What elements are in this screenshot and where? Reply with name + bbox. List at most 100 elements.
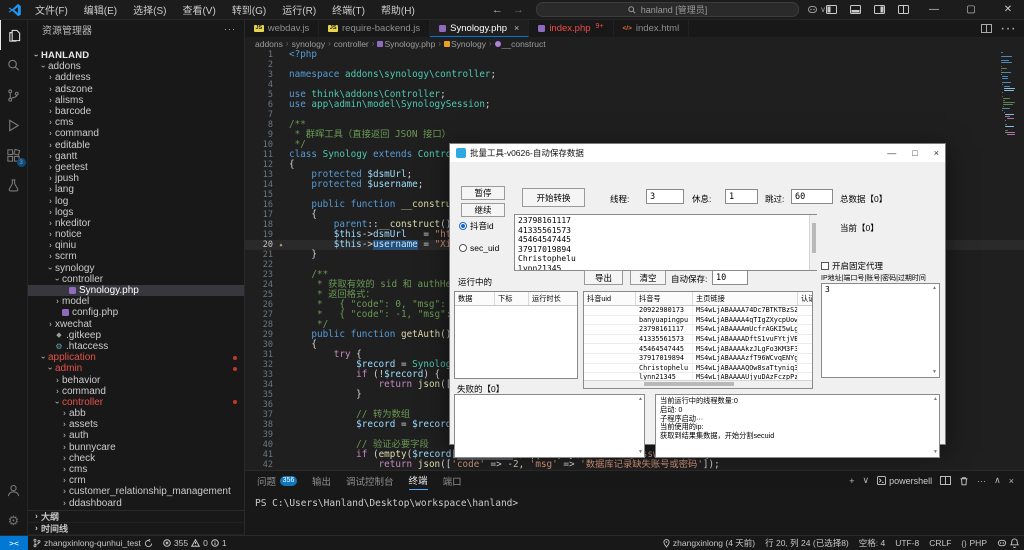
editor-tab-Synology-php[interactable]: Synology.php × [430, 20, 530, 37]
result-table[interactable]: 抖音uid抖音号主页链接认证20922980173MS4wLjABAAAA74D… [583, 291, 813, 389]
tree-item[interactable]: › lang [28, 184, 244, 195]
table-row[interactable]: banyuapingpuMS4wLjABAAAA4qTIgZXycpUowcka… [584, 315, 812, 326]
indentation[interactable]: 空格: 4 [854, 537, 890, 549]
tree-item[interactable]: › abb [28, 408, 244, 419]
eol[interactable]: CRLF [924, 538, 956, 548]
threads-input[interactable] [646, 189, 684, 204]
scroll-up-icon[interactable]: ▲ [637, 396, 644, 403]
terminal-prompt[interactable]: PS C:\Users\Hanland\Desktop\workspace\ha… [245, 490, 1024, 509]
tree-item[interactable]: › controller [28, 397, 244, 408]
result-table-hscrollbar[interactable] [584, 380, 812, 388]
copilot-status-icon[interactable] [997, 538, 1007, 548]
tree-item[interactable]: › check [28, 453, 244, 464]
panel-tab-终端[interactable]: 终端 [408, 471, 428, 490]
tree-item[interactable]: › model [28, 296, 244, 307]
editor-more-actions-icon[interactable]: ··· [1000, 20, 1016, 38]
breadcrumb-item[interactable]: __construct [494, 39, 546, 49]
sec-uid-radio[interactable]: sec_uid [459, 243, 499, 253]
tree-item[interactable]: › admin [28, 363, 244, 374]
douyin-id-radio[interactable]: 抖音id [459, 220, 494, 232]
breadcrumb-item[interactable]: controller [334, 39, 369, 49]
panel-tab-调试控制台[interactable]: 调试控制台 [346, 471, 394, 490]
tree-item[interactable]: › controller [28, 274, 244, 285]
panel-close-icon[interactable]: × [1009, 476, 1014, 486]
git-branch-status[interactable]: zhangxinlong-qunhui_test [28, 538, 158, 548]
extensions-activity-icon[interactable]: 3 [0, 140, 28, 170]
toggle-panel-icon[interactable] [850, 5, 861, 14]
export-button[interactable]: 导出 [584, 270, 623, 285]
tree-item[interactable]: › log [28, 195, 244, 207]
menu-item[interactable]: 选择(S) [126, 1, 173, 18]
failed-listbox[interactable] [454, 394, 645, 458]
toggle-sidebar-icon[interactable] [826, 5, 837, 14]
bell-icon[interactable] [1010, 538, 1019, 548]
back-arrow-icon[interactable]: ← [492, 4, 503, 16]
dialog-close-button[interactable]: × [934, 148, 939, 158]
close-button[interactable]: ✕ [996, 4, 1020, 15]
tree-item[interactable]: › editable [28, 140, 244, 151]
tree-item[interactable]: › qiniu [28, 240, 244, 251]
minimap[interactable] [1001, 52, 1015, 136]
tree-item[interactable]: Synology.php [28, 284, 244, 297]
tree-item[interactable]: › HANLAND [28, 50, 244, 61]
breadcrumb-item[interactable]: Synology [444, 39, 486, 49]
tree-item[interactable]: › geetest [28, 162, 244, 173]
tree-item[interactable]: › cms [28, 464, 244, 475]
editor-tab-index-html[interactable]: </> index.html [613, 20, 690, 37]
tree-item[interactable]: › customer_relationship_management [28, 486, 244, 497]
breadcrumb-item[interactable]: Synology.php [377, 39, 435, 49]
autosave-input[interactable] [712, 270, 748, 285]
tree-item[interactable]: ◆ .gitkeep [28, 330, 244, 341]
id-list-textarea[interactable]: 23798161117 41335561573 45464547445 3791… [514, 214, 817, 271]
panel-tab-问题[interactable]: 问题 356 [257, 471, 298, 490]
tree-item[interactable]: › command [28, 386, 244, 397]
tree-item[interactable]: › notice [28, 229, 244, 240]
menu-item[interactable]: 运行(R) [275, 1, 323, 18]
fixed-proxy-checkbox[interactable]: 开启固定代理 [821, 260, 883, 272]
forward-arrow-icon[interactable]: → [513, 4, 524, 16]
scroll-down-icon[interactable]: ▼ [932, 449, 939, 456]
rest-input[interactable] [725, 189, 758, 204]
split-terminal-icon[interactable] [940, 476, 952, 485]
encoding[interactable]: UTF-8 [890, 538, 924, 548]
lightbulb-icon[interactable]: ✦ [273, 240, 289, 250]
clear-button[interactable]: 清空 [630, 270, 666, 285]
menu-item[interactable]: 文件(F) [28, 1, 75, 18]
table-row[interactable]: 41335561573MS4wLjABAAAADftS1vuFYtjVBOpz.… [584, 335, 812, 345]
terminal-dropdown-icon[interactable]: ∨ [863, 475, 870, 486]
table-row[interactable]: 45464547445MS4wLjABAAAAkzJLgFo3KM3F3LPvq… [584, 344, 812, 354]
git-blame[interactable]: zhangxinlong (4 天前) [658, 537, 760, 549]
start-convert-button[interactable]: 开始转换 [522, 188, 585, 207]
explorer-activity-icon[interactable] [0, 20, 28, 50]
maximize-button[interactable]: ▢ [959, 4, 983, 15]
toggle-secondary-sidebar-icon[interactable] [874, 5, 885, 14]
tree-item[interactable]: › xwechat [28, 319, 244, 330]
tree-item[interactable]: ⚙ .htaccess [28, 341, 244, 352]
pause-button[interactable]: 暂停 [461, 186, 505, 200]
scroll-down-icon[interactable]: ▼ [931, 369, 938, 376]
tree-item[interactable]: › gantt [28, 151, 244, 162]
scroll-up-icon[interactable]: ▲ [932, 396, 939, 403]
minimize-button[interactable]: — [922, 4, 946, 15]
tree-item[interactable]: › crm [28, 475, 244, 486]
table-row[interactable]: ChristopheluMS4wLjABAAAAQOw8saTtyniq39BB… [584, 363, 812, 374]
scroll-down-icon[interactable]: ▼ [637, 449, 644, 456]
tree-item[interactable]: › auth [28, 430, 244, 441]
remote-indicator[interactable]: >< [0, 536, 28, 550]
panel-tab-端口[interactable]: 端口 [443, 471, 462, 490]
tree-item[interactable]: › address [28, 72, 244, 83]
run-debug-activity-icon[interactable] [0, 110, 28, 140]
panel-more-icon[interactable]: ··· [977, 476, 986, 486]
trash-icon[interactable] [959, 476, 969, 486]
scroll-up-icon[interactable]: ▲ [931, 285, 938, 292]
tree-item[interactable]: › behavior [28, 374, 244, 386]
tree-item[interactable]: › barcode [28, 106, 244, 117]
accounts-icon[interactable] [0, 475, 28, 505]
menu-item[interactable]: 转到(G) [225, 1, 273, 18]
table-row[interactable]: 23798161117MS4wLjABAAAAmUcfrAGKI5wLgSiw.… [584, 325, 812, 335]
language[interactable]: {} PHP [957, 538, 993, 548]
new-terminal-icon[interactable]: + [849, 476, 854, 486]
id-list-scrollbar[interactable] [809, 215, 817, 270]
customize-layout-icon[interactable] [898, 5, 909, 14]
editor-tab-webdav-js[interactable]: JS webdav.js [245, 20, 320, 37]
